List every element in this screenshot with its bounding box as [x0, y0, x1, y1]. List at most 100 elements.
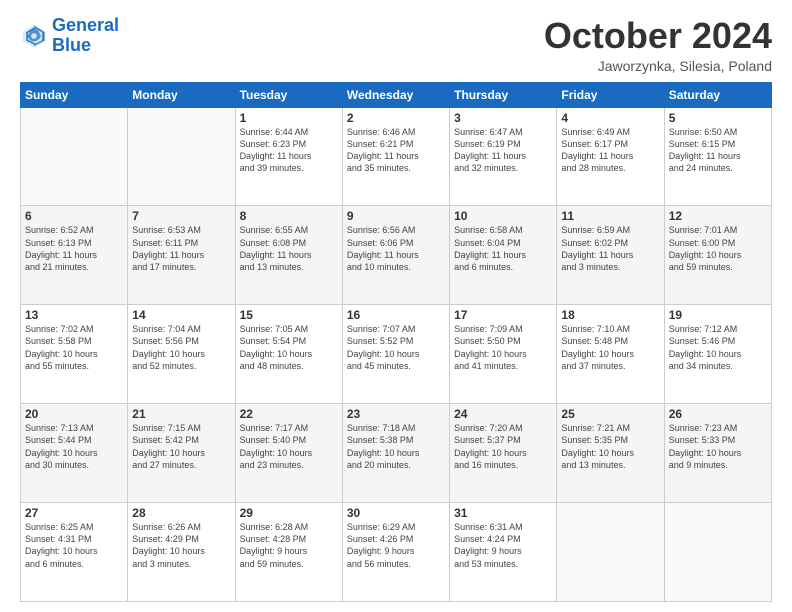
- day-info: Sunrise: 6:56 AM Sunset: 6:06 PM Dayligh…: [347, 224, 445, 273]
- calendar-cell: [128, 107, 235, 206]
- day-info: Sunrise: 6:46 AM Sunset: 6:21 PM Dayligh…: [347, 126, 445, 175]
- day-info: Sunrise: 6:25 AM Sunset: 4:31 PM Dayligh…: [25, 521, 123, 570]
- day-number: 13: [25, 308, 123, 322]
- day-number: 25: [561, 407, 659, 421]
- day-info: Sunrise: 7:20 AM Sunset: 5:37 PM Dayligh…: [454, 422, 552, 471]
- calendar-header: SundayMondayTuesdayWednesdayThursdayFrid…: [21, 82, 772, 107]
- logo-line1: General: [52, 15, 119, 35]
- day-number: 15: [240, 308, 338, 322]
- day-number: 19: [669, 308, 767, 322]
- day-number: 11: [561, 209, 659, 223]
- day-number: 21: [132, 407, 230, 421]
- calendar-cell: 20Sunrise: 7:13 AM Sunset: 5:44 PM Dayli…: [21, 404, 128, 503]
- day-info: Sunrise: 7:13 AM Sunset: 5:44 PM Dayligh…: [25, 422, 123, 471]
- day-info: Sunrise: 6:44 AM Sunset: 6:23 PM Dayligh…: [240, 126, 338, 175]
- title-block: October 2024 Jaworzynka, Silesia, Poland: [544, 16, 772, 74]
- day-info: Sunrise: 6:29 AM Sunset: 4:26 PM Dayligh…: [347, 521, 445, 570]
- logo-text: General Blue: [52, 16, 119, 56]
- day-number: 16: [347, 308, 445, 322]
- calendar-cell: 17Sunrise: 7:09 AM Sunset: 5:50 PM Dayli…: [450, 305, 557, 404]
- calendar-week: 1Sunrise: 6:44 AM Sunset: 6:23 PM Daylig…: [21, 107, 772, 206]
- day-info: Sunrise: 7:02 AM Sunset: 5:58 PM Dayligh…: [25, 323, 123, 372]
- day-number: 7: [132, 209, 230, 223]
- day-info: Sunrise: 7:10 AM Sunset: 5:48 PM Dayligh…: [561, 323, 659, 372]
- calendar-cell: 14Sunrise: 7:04 AM Sunset: 5:56 PM Dayli…: [128, 305, 235, 404]
- calendar-cell: 15Sunrise: 7:05 AM Sunset: 5:54 PM Dayli…: [235, 305, 342, 404]
- weekday-header: Tuesday: [235, 82, 342, 107]
- calendar-cell: 7Sunrise: 6:53 AM Sunset: 6:11 PM Daylig…: [128, 206, 235, 305]
- calendar-cell: 6Sunrise: 6:52 AM Sunset: 6:13 PM Daylig…: [21, 206, 128, 305]
- day-number: 14: [132, 308, 230, 322]
- weekday-header: Wednesday: [342, 82, 449, 107]
- day-number: 26: [669, 407, 767, 421]
- calendar-week: 6Sunrise: 6:52 AM Sunset: 6:13 PM Daylig…: [21, 206, 772, 305]
- header: General Blue October 2024 Jaworzynka, Si…: [20, 16, 772, 74]
- day-number: 20: [25, 407, 123, 421]
- day-info: Sunrise: 7:17 AM Sunset: 5:40 PM Dayligh…: [240, 422, 338, 471]
- day-number: 9: [347, 209, 445, 223]
- day-number: 30: [347, 506, 445, 520]
- calendar-cell: 22Sunrise: 7:17 AM Sunset: 5:40 PM Dayli…: [235, 404, 342, 503]
- calendar-cell: 26Sunrise: 7:23 AM Sunset: 5:33 PM Dayli…: [664, 404, 771, 503]
- calendar-cell: 25Sunrise: 7:21 AM Sunset: 5:35 PM Dayli…: [557, 404, 664, 503]
- day-info: Sunrise: 7:21 AM Sunset: 5:35 PM Dayligh…: [561, 422, 659, 471]
- calendar-cell: 12Sunrise: 7:01 AM Sunset: 6:00 PM Dayli…: [664, 206, 771, 305]
- day-info: Sunrise: 7:18 AM Sunset: 5:38 PM Dayligh…: [347, 422, 445, 471]
- day-info: Sunrise: 6:53 AM Sunset: 6:11 PM Dayligh…: [132, 224, 230, 273]
- calendar-cell: 19Sunrise: 7:12 AM Sunset: 5:46 PM Dayli…: [664, 305, 771, 404]
- day-number: 10: [454, 209, 552, 223]
- day-number: 5: [669, 111, 767, 125]
- day-info: Sunrise: 7:01 AM Sunset: 6:00 PM Dayligh…: [669, 224, 767, 273]
- day-info: Sunrise: 7:23 AM Sunset: 5:33 PM Dayligh…: [669, 422, 767, 471]
- calendar-cell: 16Sunrise: 7:07 AM Sunset: 5:52 PM Dayli…: [342, 305, 449, 404]
- logo-line2: Blue: [52, 35, 91, 55]
- month-title: October 2024: [544, 16, 772, 56]
- location: Jaworzynka, Silesia, Poland: [544, 58, 772, 74]
- day-number: 17: [454, 308, 552, 322]
- calendar-cell: 1Sunrise: 6:44 AM Sunset: 6:23 PM Daylig…: [235, 107, 342, 206]
- logo-icon: [20, 22, 48, 50]
- day-info: Sunrise: 6:26 AM Sunset: 4:29 PM Dayligh…: [132, 521, 230, 570]
- calendar-cell: 30Sunrise: 6:29 AM Sunset: 4:26 PM Dayli…: [342, 503, 449, 602]
- day-info: Sunrise: 7:04 AM Sunset: 5:56 PM Dayligh…: [132, 323, 230, 372]
- calendar-body: 1Sunrise: 6:44 AM Sunset: 6:23 PM Daylig…: [21, 107, 772, 601]
- calendar-cell: 2Sunrise: 6:46 AM Sunset: 6:21 PM Daylig…: [342, 107, 449, 206]
- calendar-cell: 27Sunrise: 6:25 AM Sunset: 4:31 PM Dayli…: [21, 503, 128, 602]
- calendar-cell: [664, 503, 771, 602]
- calendar-cell: 8Sunrise: 6:55 AM Sunset: 6:08 PM Daylig…: [235, 206, 342, 305]
- day-info: Sunrise: 6:31 AM Sunset: 4:24 PM Dayligh…: [454, 521, 552, 570]
- calendar-cell: 18Sunrise: 7:10 AM Sunset: 5:48 PM Dayli…: [557, 305, 664, 404]
- calendar-cell: 23Sunrise: 7:18 AM Sunset: 5:38 PM Dayli…: [342, 404, 449, 503]
- calendar-cell: 4Sunrise: 6:49 AM Sunset: 6:17 PM Daylig…: [557, 107, 664, 206]
- calendar-cell: 29Sunrise: 6:28 AM Sunset: 4:28 PM Dayli…: [235, 503, 342, 602]
- day-number: 18: [561, 308, 659, 322]
- day-info: Sunrise: 7:09 AM Sunset: 5:50 PM Dayligh…: [454, 323, 552, 372]
- day-number: 24: [454, 407, 552, 421]
- calendar-cell: 11Sunrise: 6:59 AM Sunset: 6:02 PM Dayli…: [557, 206, 664, 305]
- day-number: 31: [454, 506, 552, 520]
- day-info: Sunrise: 6:59 AM Sunset: 6:02 PM Dayligh…: [561, 224, 659, 273]
- page: General Blue October 2024 Jaworzynka, Si…: [0, 0, 792, 612]
- calendar: SundayMondayTuesdayWednesdayThursdayFrid…: [20, 82, 772, 602]
- calendar-cell: 10Sunrise: 6:58 AM Sunset: 6:04 PM Dayli…: [450, 206, 557, 305]
- day-info: Sunrise: 7:15 AM Sunset: 5:42 PM Dayligh…: [132, 422, 230, 471]
- calendar-week: 20Sunrise: 7:13 AM Sunset: 5:44 PM Dayli…: [21, 404, 772, 503]
- calendar-cell: 24Sunrise: 7:20 AM Sunset: 5:37 PM Dayli…: [450, 404, 557, 503]
- calendar-week: 13Sunrise: 7:02 AM Sunset: 5:58 PM Dayli…: [21, 305, 772, 404]
- logo: General Blue: [20, 16, 119, 56]
- calendar-cell: 3Sunrise: 6:47 AM Sunset: 6:19 PM Daylig…: [450, 107, 557, 206]
- day-info: Sunrise: 6:49 AM Sunset: 6:17 PM Dayligh…: [561, 126, 659, 175]
- day-info: Sunrise: 6:58 AM Sunset: 6:04 PM Dayligh…: [454, 224, 552, 273]
- calendar-cell: 9Sunrise: 6:56 AM Sunset: 6:06 PM Daylig…: [342, 206, 449, 305]
- day-info: Sunrise: 6:47 AM Sunset: 6:19 PM Dayligh…: [454, 126, 552, 175]
- day-number: 23: [347, 407, 445, 421]
- calendar-week: 27Sunrise: 6:25 AM Sunset: 4:31 PM Dayli…: [21, 503, 772, 602]
- calendar-cell: 5Sunrise: 6:50 AM Sunset: 6:15 PM Daylig…: [664, 107, 771, 206]
- day-info: Sunrise: 6:50 AM Sunset: 6:15 PM Dayligh…: [669, 126, 767, 175]
- day-info: Sunrise: 6:55 AM Sunset: 6:08 PM Dayligh…: [240, 224, 338, 273]
- day-info: Sunrise: 7:07 AM Sunset: 5:52 PM Dayligh…: [347, 323, 445, 372]
- day-number: 28: [132, 506, 230, 520]
- day-number: 29: [240, 506, 338, 520]
- header-row: SundayMondayTuesdayWednesdayThursdayFrid…: [21, 82, 772, 107]
- day-info: Sunrise: 6:52 AM Sunset: 6:13 PM Dayligh…: [25, 224, 123, 273]
